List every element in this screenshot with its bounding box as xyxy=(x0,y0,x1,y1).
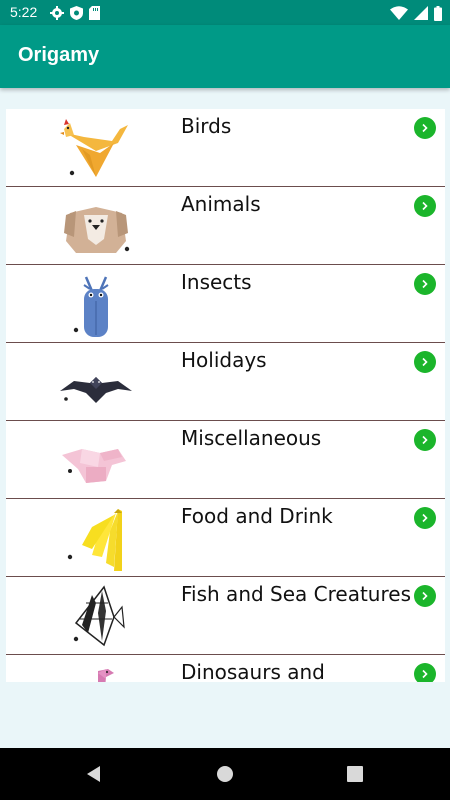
category-row-food-and-drink[interactable]: Food and Drink xyxy=(6,499,445,577)
signal-icon xyxy=(414,6,428,20)
category-row-birds[interactable]: Birds xyxy=(6,109,445,187)
back-icon[interactable] xyxy=(84,764,104,784)
origami-dinosaur-icon xyxy=(98,669,114,682)
origami-bird-icon xyxy=(60,119,128,177)
category-label: Miscellaneous xyxy=(181,426,322,450)
category-label: Dinosaurs and xyxy=(181,660,325,682)
arrow-right-icon[interactable] xyxy=(414,507,436,529)
shield-icon xyxy=(70,6,83,20)
status-time: 5:22 xyxy=(10,4,38,20)
recents-icon[interactable] xyxy=(345,764,365,784)
category-row-dinosaurs-and[interactable]: Dinosaurs and xyxy=(6,655,445,682)
origami-pig-icon xyxy=(62,449,126,483)
category-row-holidays[interactable]: Holidays xyxy=(6,343,445,421)
arrow-right-icon[interactable] xyxy=(414,429,436,451)
origami-banana-icon xyxy=(67,509,122,571)
category-label: Food and Drink xyxy=(181,504,333,528)
app-bar: Origamy xyxy=(0,25,450,88)
category-row-miscellaneous[interactable]: Miscellaneous xyxy=(6,421,445,499)
home-icon[interactable] xyxy=(215,764,235,784)
category-label: Fish and Sea Creatures xyxy=(181,582,411,606)
gear-icon xyxy=(50,6,64,20)
app-title: Origamy xyxy=(18,44,100,66)
arrow-right-icon[interactable] xyxy=(414,117,436,139)
category-label: Animals xyxy=(181,192,261,216)
navigation-bar xyxy=(0,748,450,800)
category-row-fish-and-sea-creatures[interactable]: Fish and Sea Creatures xyxy=(6,577,445,655)
arrow-right-icon[interactable] xyxy=(414,585,436,607)
arrow-right-icon[interactable] xyxy=(414,663,436,682)
origami-dog-icon xyxy=(64,207,130,253)
category-row-insects[interactable]: Insects xyxy=(6,265,445,343)
arrow-right-icon[interactable] xyxy=(414,195,436,217)
sd-card-icon xyxy=(89,6,100,20)
origami-beetle-icon xyxy=(73,276,109,337)
arrow-right-icon[interactable] xyxy=(414,273,436,295)
wifi-icon xyxy=(390,6,408,20)
category-row-animals[interactable]: Animals xyxy=(6,187,445,265)
battery-icon xyxy=(434,5,442,21)
category-list[interactable]: Birds Animals Insects Holidays Miscellan… xyxy=(6,109,445,682)
category-label: Birds xyxy=(181,114,232,138)
origami-bat-icon xyxy=(60,377,132,403)
category-label: Insects xyxy=(181,270,252,294)
category-label: Holidays xyxy=(181,348,267,372)
arrow-right-icon[interactable] xyxy=(414,351,436,373)
status-bar: 5:22 xyxy=(0,0,450,25)
origami-fish-icon xyxy=(73,585,125,647)
